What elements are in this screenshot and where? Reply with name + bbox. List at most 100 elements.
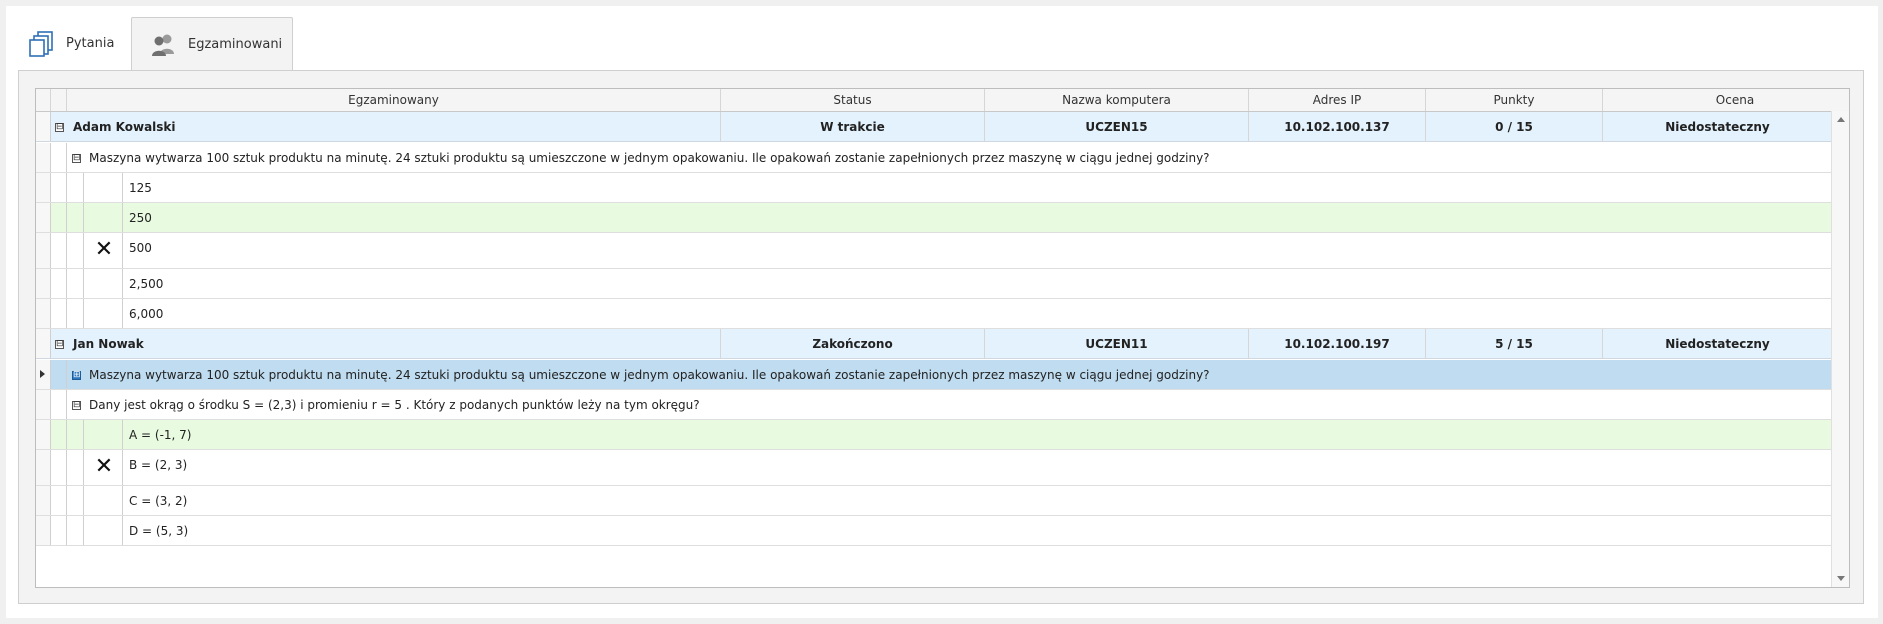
computer-cell: UCZEN11 (985, 329, 1249, 359)
header-indicator2 (51, 89, 67, 111)
row-indicator (36, 486, 51, 515)
grade-cell: Niedostateczny (1665, 337, 1770, 351)
answer-text: 2,500 (129, 277, 164, 291)
row-indicator (51, 203, 67, 232)
col-punkty[interactable]: Punkty (1426, 89, 1603, 111)
row-indicator (36, 173, 51, 202)
users-icon (150, 30, 178, 58)
tab-egzaminowani[interactable]: Egzaminowani (131, 17, 293, 70)
ip-cell: 10.102.100.137 (1249, 112, 1426, 142)
answer-mark-cell (83, 173, 123, 202)
answer-mark-cell (83, 203, 123, 232)
row-indicator (36, 143, 51, 172)
answer-row[interactable]: D = (5, 3) (36, 516, 1832, 546)
group-row-jan-nowak[interactable]: ⊟ Jan Nowak Zakończono UCZEN11 10.102.10… (36, 329, 1832, 359)
answer-text: 125 (129, 181, 152, 195)
tab-pytania[interactable]: Pytania (28, 17, 114, 70)
answer-mark-cell (83, 420, 123, 449)
row-indicator (51, 299, 67, 328)
row-indicator (36, 420, 51, 449)
answer-mark-cell: ✕ (83, 450, 123, 485)
row-indicator (36, 269, 51, 298)
status-cell: W trakcie (721, 112, 985, 142)
row-indicator (51, 516, 67, 545)
question-text: Maszyna wytwarza 100 sztuk produktu na m… (89, 368, 1210, 382)
answer-mark-cell (83, 516, 123, 545)
answer-text: B = (2, 3) (129, 458, 188, 472)
answer-row[interactable]: 2,500 (36, 269, 1832, 299)
examinee-name: Adam Kowalski (67, 112, 721, 142)
row-indicator (51, 143, 67, 172)
scroll-up-icon[interactable] (1837, 117, 1845, 122)
question-row[interactable]: ⊟ Dany jest okrąg o środku S = (2,3) i p… (36, 390, 1832, 420)
answer-row-selected-wrong[interactable]: ✕ 500 (36, 233, 1832, 269)
points-cell: 5 / 15 (1426, 329, 1603, 359)
answer-row[interactable]: 6,000 (36, 299, 1832, 329)
row-indicator (51, 420, 67, 449)
row-indicator (36, 329, 51, 358)
scroll-down-icon[interactable] (1837, 576, 1845, 581)
status-cell: Zakończono (721, 329, 985, 359)
answer-text: C = (3, 2) (129, 494, 188, 508)
col-adres-ip[interactable]: Adres IP (1249, 89, 1426, 111)
examinees-grid: Egzaminowany Status Nazwa komputera Adre… (35, 88, 1850, 588)
row-indicator (36, 450, 51, 485)
row-indicator (36, 112, 51, 141)
row-indicator (51, 269, 67, 298)
tab-egzaminowani-label: Egzaminowani (188, 36, 283, 52)
answer-mark-cell (83, 269, 123, 298)
row-indicator (51, 486, 67, 515)
row-indicator (36, 299, 51, 328)
answer-mark-cell (83, 486, 123, 515)
wrong-answer-icon: ✕ (94, 454, 114, 479)
group-row-adam-kowalski[interactable]: ⊟ Adam Kowalski W trakcie UCZEN15 10.102… (36, 112, 1832, 142)
answer-row[interactable]: C = (3, 2) (36, 486, 1832, 516)
answer-row-selected-wrong[interactable]: ✕ B = (2, 3) (36, 450, 1832, 486)
answer-text: A = (-1, 7) (129, 428, 192, 442)
row-indicator (36, 516, 51, 545)
examinee-name: Jan Nowak (67, 329, 721, 359)
answer-mark-cell (83, 299, 123, 328)
answer-row-correct[interactable]: A = (-1, 7) (36, 420, 1832, 450)
ip-cell: 10.102.100.197 (1249, 329, 1426, 359)
answer-text: D = (5, 3) (129, 524, 189, 538)
points-cell: 0 / 15 (1426, 112, 1603, 142)
current-row-pointer-icon (40, 370, 45, 378)
collapse-toggle[interactable]: ⊟ (55, 123, 64, 132)
question-text: Maszyna wytwarza 100 sztuk produktu na m… (89, 151, 1210, 165)
row-indicator (51, 233, 67, 268)
tab-pytania-label: Pytania (66, 36, 115, 51)
col-ocena[interactable]: Ocena (1603, 89, 1849, 111)
row-indicator (51, 450, 67, 485)
header-indicator (36, 89, 51, 111)
copy-icon (28, 30, 56, 58)
row-indicator (36, 360, 51, 389)
row-indicator (51, 390, 67, 419)
answer-text: 6,000 (129, 307, 164, 321)
answer-text: 500 (129, 241, 152, 255)
col-egzaminowany[interactable]: Egzaminowany (67, 89, 721, 111)
answer-mark-cell: ✕ (83, 233, 123, 268)
collapse-toggle[interactable]: ⊟ (55, 340, 64, 349)
row-indicator (51, 360, 67, 389)
row-indicator (36, 233, 51, 268)
col-status[interactable]: Status (721, 89, 985, 111)
col-nazwa-komputera[interactable]: Nazwa komputera (985, 89, 1249, 111)
computer-cell: UCZEN15 (985, 112, 1249, 142)
question-row[interactable]: ⊟ Maszyna wytwarza 100 sztuk produktu na… (36, 143, 1832, 173)
grid-header: Egzaminowany Status Nazwa komputera Adre… (36, 89, 1849, 112)
collapse-toggle[interactable]: ⊟ (72, 154, 81, 163)
grade-cell: Niedostateczny (1665, 120, 1770, 134)
expand-toggle[interactable]: ⊞ (72, 371, 81, 380)
row-indicator (36, 203, 51, 232)
question-row-selected[interactable]: ⊞ Maszyna wytwarza 100 sztuk produktu na… (36, 360, 1832, 390)
answer-row-correct[interactable]: 250 (36, 203, 1832, 233)
question-text: Dany jest okrąg o środku S = (2,3) i pro… (89, 398, 700, 412)
vertical-scrollbar[interactable] (1831, 111, 1849, 587)
row-indicator (51, 173, 67, 202)
collapse-toggle[interactable]: ⊟ (72, 401, 81, 410)
row-indicator (36, 390, 51, 419)
answer-row[interactable]: 125 (36, 173, 1832, 203)
wrong-answer-icon: ✕ (94, 237, 114, 262)
answer-text: 250 (129, 211, 152, 225)
